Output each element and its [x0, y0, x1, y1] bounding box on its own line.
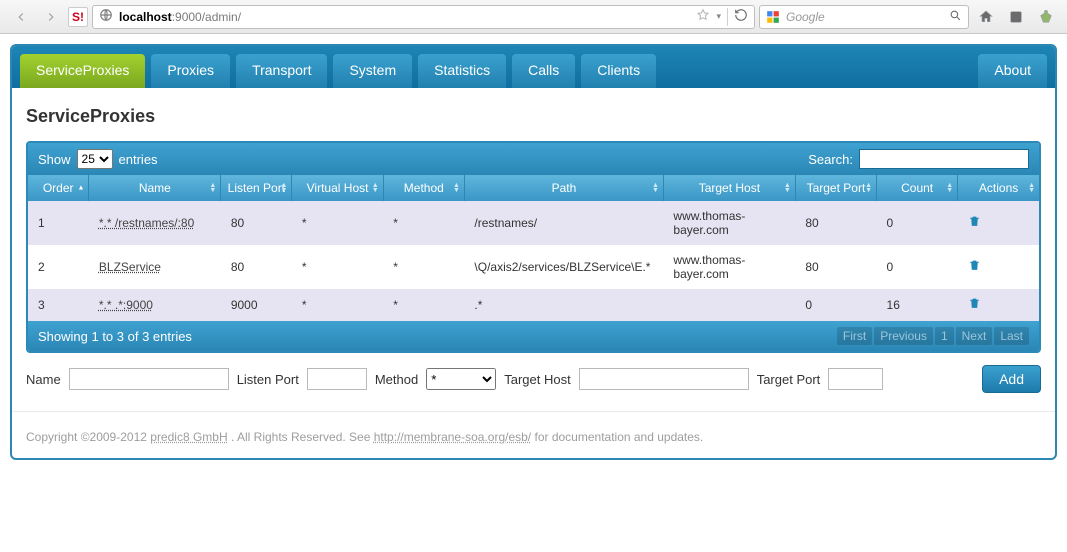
method-select[interactable]: * [426, 368, 496, 390]
tab-calls[interactable]: Calls [512, 54, 575, 88]
length-select[interactable]: 25 [77, 149, 113, 169]
col-order[interactable]: Order▲ [28, 175, 89, 201]
tab-about[interactable]: About [978, 54, 1047, 88]
pager-next[interactable]: Next [956, 327, 993, 345]
reload-button[interactable] [734, 8, 748, 25]
proxy-name-link[interactable]: *.* /restnames/:80 [99, 216, 194, 230]
col-listen-port[interactable]: Listen Port▲▼ [221, 175, 292, 201]
cell-vhost: * [292, 289, 383, 321]
col-method[interactable]: Method▲▼ [383, 175, 464, 201]
table-row: 2BLZService80**\Q/axis2/services/BLZServ… [28, 245, 1039, 289]
col-path[interactable]: Path▲▼ [464, 175, 663, 201]
home-button[interactable] [973, 5, 999, 29]
browser-search[interactable]: Google [759, 5, 969, 29]
proxy-name-link[interactable]: BLZService [99, 260, 161, 274]
method-label: Method [375, 372, 418, 387]
site-favicon: S! [68, 7, 88, 27]
google-icon [766, 10, 780, 24]
forward-button[interactable] [38, 5, 64, 29]
pager-first[interactable]: First [837, 327, 872, 345]
cell-listen-port: 9000 [221, 289, 292, 321]
col-virtual-host[interactable]: Virtual Host▲▼ [292, 175, 383, 201]
bookmark-star-icon[interactable] [696, 8, 710, 25]
cell-method: * [383, 245, 464, 289]
col-name[interactable]: Name▲▼ [89, 175, 221, 201]
tab-statistics[interactable]: Statistics [418, 54, 506, 88]
cell-target-host [663, 289, 795, 321]
table-row: 3*.* .*:90009000**.*016 [28, 289, 1039, 321]
delete-icon[interactable] [968, 261, 981, 275]
delete-icon[interactable] [968, 217, 981, 231]
cell-count: 16 [877, 289, 958, 321]
globe-icon [99, 8, 113, 25]
cell-method: * [383, 289, 464, 321]
app-container: ServiceProxies Proxies Transport System … [10, 44, 1057, 460]
target-host-label: Target Host [504, 372, 570, 387]
cell-order: 1 [28, 201, 89, 245]
browser-search-placeholder: Google [786, 10, 825, 24]
cell-path: .* [464, 289, 663, 321]
url-bar[interactable]: localhost:9000/admin/ ▾ [92, 5, 755, 29]
add-button[interactable]: Add [982, 365, 1041, 393]
cell-target-port: 80 [795, 201, 876, 245]
col-target-host[interactable]: Target Host▲▼ [663, 175, 795, 201]
length-entries-label: entries [119, 152, 158, 167]
cell-count: 0 [877, 201, 958, 245]
cell-target-host: www.thomas-bayer.com [663, 201, 795, 245]
extension-button[interactable] [1033, 5, 1059, 29]
pager-prev[interactable]: Previous [874, 327, 933, 345]
cell-vhost: * [292, 201, 383, 245]
name-input[interactable] [69, 368, 229, 390]
cell-count: 0 [877, 245, 958, 289]
target-port-input[interactable] [828, 368, 883, 390]
search-icon[interactable] [949, 9, 962, 25]
cell-vhost: * [292, 245, 383, 289]
add-proxy-form: Name Listen Port Method * Target Host Ta… [26, 365, 1041, 393]
cell-listen-port: 80 [221, 245, 292, 289]
col-actions[interactable]: Actions▲▼ [958, 175, 1039, 201]
bookmarks-button[interactable] [1003, 5, 1029, 29]
cell-target-port: 0 [795, 289, 876, 321]
name-label: Name [26, 372, 61, 387]
proxy-name-link[interactable]: *.* .*:9000 [99, 298, 153, 312]
cell-path: /restnames/ [464, 201, 663, 245]
pager-page-1[interactable]: 1 [935, 327, 954, 345]
dropdown-icon[interactable]: ▾ [716, 11, 721, 22]
target-host-input[interactable] [579, 368, 749, 390]
listen-port-input[interactable] [307, 368, 367, 390]
tab-system[interactable]: System [333, 54, 412, 88]
browser-toolbar: S! localhost:9000/admin/ ▾ Google [0, 0, 1067, 34]
cell-path: \Q/axis2/services/BLZService\E.* [464, 245, 663, 289]
datatable: Show 25 entries Search: [26, 141, 1041, 353]
pager: First Previous 1 Next Last [837, 327, 1029, 345]
length-show-label: Show [38, 152, 71, 167]
cell-target-port: 80 [795, 245, 876, 289]
tab-proxies[interactable]: Proxies [151, 54, 230, 88]
footer-docs-link[interactable]: http://membrane-soa.org/esb/ [374, 430, 531, 444]
table-info: Showing 1 to 3 of 3 entries [38, 329, 192, 344]
tab-serviceproxies[interactable]: ServiceProxies [20, 54, 145, 88]
cell-target-host: www.thomas-bayer.com [663, 245, 795, 289]
url-text: localhost:9000/admin/ [119, 10, 241, 24]
cell-method: * [383, 201, 464, 245]
cell-listen-port: 80 [221, 201, 292, 245]
main-tab-bar: ServiceProxies Proxies Transport System … [12, 46, 1055, 88]
cell-order: 3 [28, 289, 89, 321]
col-target-port[interactable]: Target Port▲▼ [795, 175, 876, 201]
cell-order: 2 [28, 245, 89, 289]
search-label: Search: [808, 152, 853, 167]
page-title: ServiceProxies [26, 106, 1041, 127]
delete-icon[interactable] [968, 299, 981, 313]
tab-clients[interactable]: Clients [581, 54, 656, 88]
footer-company-link[interactable]: predic8 GmbH [150, 430, 227, 444]
listen-port-label: Listen Port [237, 372, 299, 387]
footer: Copyright ©2009-2012 predic8 GmbH . All … [12, 411, 1055, 458]
tab-transport[interactable]: Transport [236, 54, 327, 88]
back-button[interactable] [8, 5, 34, 29]
pager-last[interactable]: Last [994, 327, 1029, 345]
search-input[interactable] [859, 149, 1029, 169]
target-port-label: Target Port [757, 372, 821, 387]
col-count[interactable]: Count▲▼ [877, 175, 958, 201]
table-row: 1*.* /restnames/:8080**/restnames/www.th… [28, 201, 1039, 245]
